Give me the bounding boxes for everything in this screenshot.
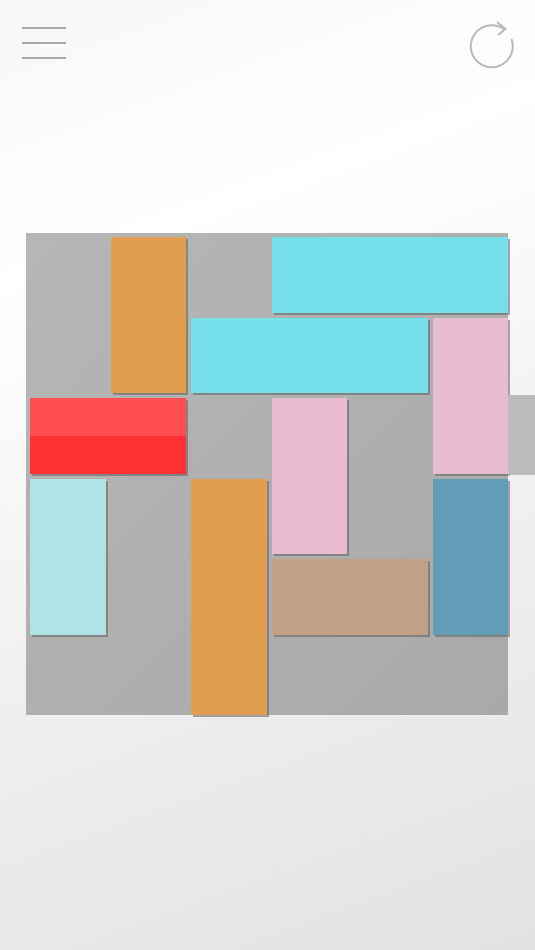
restart-arrow-icon: [469, 21, 514, 69]
game-board: [26, 233, 508, 715]
light-cyan-vertical-left[interactable]: [30, 478, 106, 635]
pink-vertical-right[interactable]: [432, 317, 508, 474]
restart-button[interactable]: [466, 18, 518, 70]
target-block-highlight: [30, 398, 186, 436]
red-target-block[interactable]: [30, 398, 186, 474]
orange-vertical-bottom[interactable]: [191, 478, 267, 715]
cyan-horizontal-top[interactable]: [271, 237, 508, 313]
cyan-horizontal-middle[interactable]: [191, 317, 428, 393]
pink-vertical-center[interactable]: [271, 398, 347, 554]
steel-blue-vertical-right[interactable]: [432, 478, 508, 635]
orange-vertical-top[interactable]: [110, 237, 186, 393]
exit-gap: [508, 395, 535, 475]
tan-horizontal-bottom[interactable]: [271, 559, 428, 635]
menu-button[interactable]: [20, 25, 68, 61]
